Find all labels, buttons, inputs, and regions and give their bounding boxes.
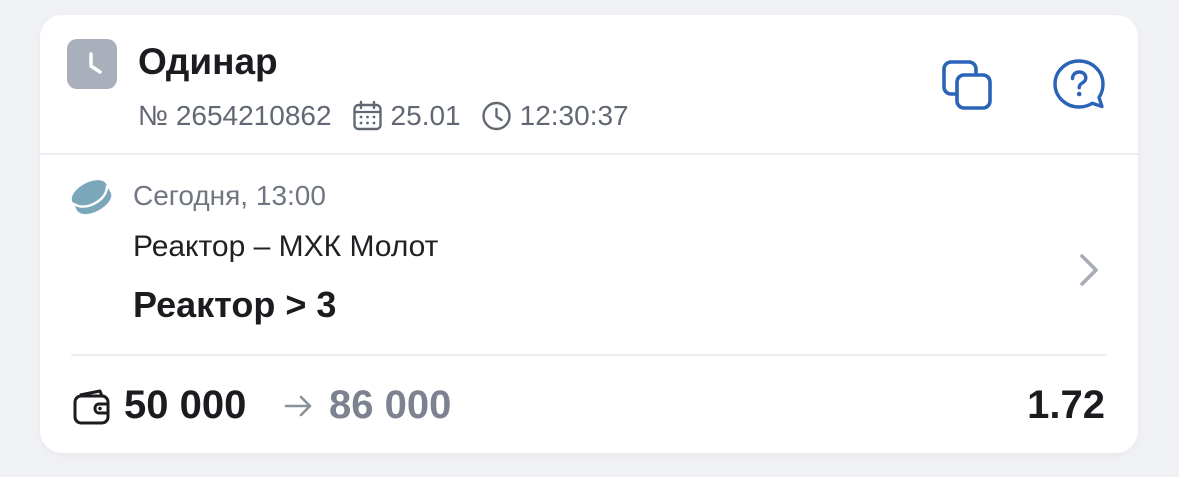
chevron-right-icon [1080, 254, 1098, 286]
help-chat-icon [1053, 59, 1105, 109]
time-icon [481, 101, 511, 131]
bet-meta: № 2654210862 25.01 12:30:37 [138, 99, 629, 133]
event-start-time: Сегодня, 13:00 [133, 180, 326, 211]
payout-amount: 86 000 [329, 383, 452, 427]
bet-selection: Реактор > 3 [133, 284, 337, 325]
bet-status-badge [67, 39, 117, 89]
copy-bet-button[interactable] [939, 57, 995, 113]
copy-icon [942, 60, 992, 110]
bet-date: 25.01 [390, 100, 461, 131]
stake-amount: 50 000 [124, 383, 247, 427]
event-row[interactable]: Сегодня, 13:00 Реактор – МХК Молот Реакт… [40, 155, 1138, 355]
footer-divider [71, 354, 1107, 356]
bet-time: 12:30:37 [519, 100, 629, 131]
clock-icon [89, 52, 102, 74]
wallet-icon [73, 389, 110, 425]
calendar-icon [352, 100, 382, 131]
arrow-right-icon [284, 395, 312, 417]
hockey-puck-icon [71, 180, 112, 215]
bet-header: Одинар № 2654210862 25.01 12:30:37 [40, 15, 1138, 153]
bet-type-title: Одинар [138, 41, 278, 82]
bet-number: № 2654210862 [138, 100, 332, 131]
help-button[interactable] [1051, 57, 1107, 113]
event-teams: Реактор – МХК Молот [133, 230, 439, 263]
bet-footer: 50 000 86 000 1.72 [40, 357, 1138, 453]
odds-value: 1.72 [1027, 383, 1105, 427]
bet-card: Одинар № 2654210862 25.01 12:30:37 Сегод… [40, 15, 1138, 453]
